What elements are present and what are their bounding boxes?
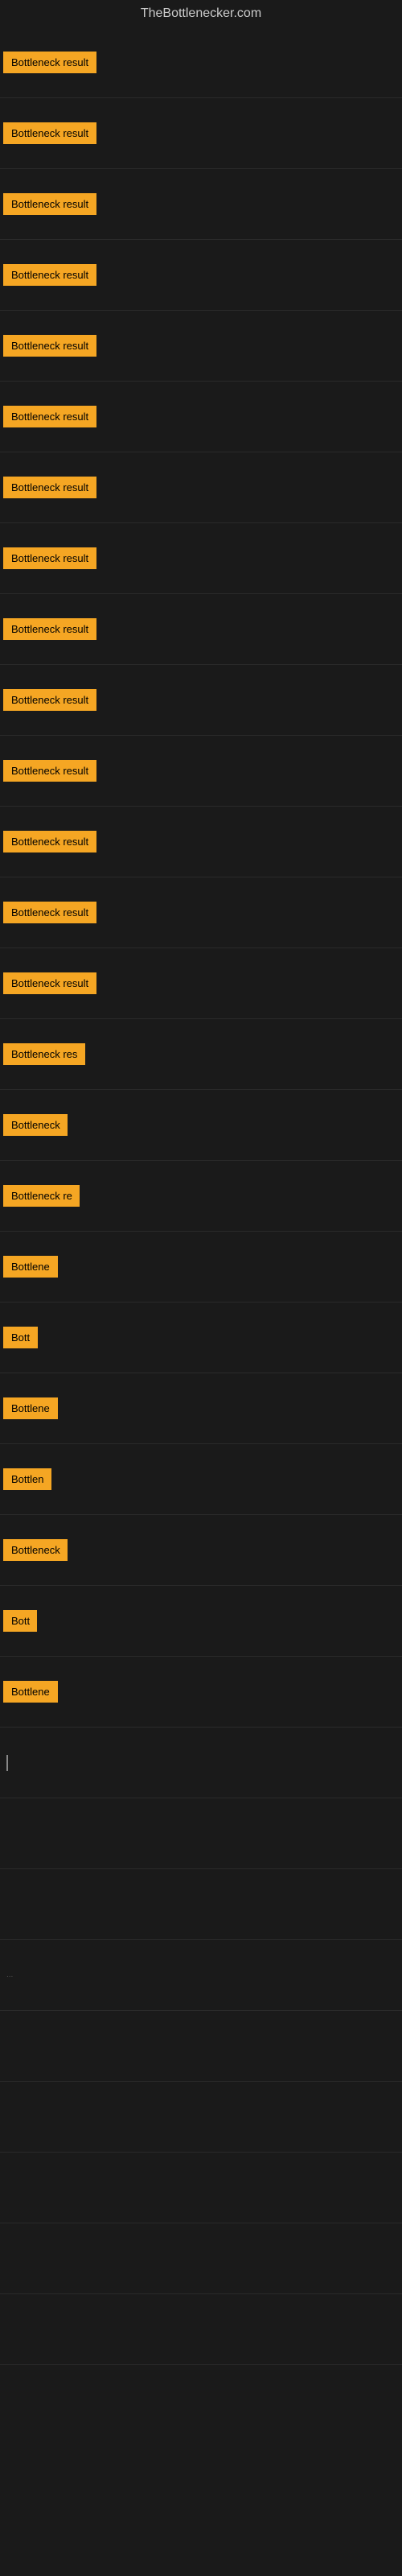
bottleneck-badge: Bottleneck result xyxy=(3,122,96,144)
bottleneck-badge: Bottleneck result xyxy=(3,760,96,782)
bottleneck-badge: Bottleneck xyxy=(3,1114,68,1136)
bottleneck-row[interactable]: Bottleneck re xyxy=(0,1161,402,1232)
extra-row: ... xyxy=(0,1940,402,2011)
bottleneck-row[interactable]: Bottleneck result xyxy=(0,27,402,98)
bottleneck-badge: Bott xyxy=(3,1327,38,1348)
bottleneck-row[interactable]: Bottleneck result xyxy=(0,807,402,877)
bottleneck-row[interactable]: Bottleneck result xyxy=(0,311,402,382)
bottleneck-row[interactable]: Bottleneck result xyxy=(0,948,402,1019)
bottleneck-badge: Bottleneck result xyxy=(3,689,96,711)
bottleneck-row[interactable]: Bottleneck xyxy=(0,1515,402,1586)
bottleneck-row[interactable]: Bottleneck result xyxy=(0,594,402,665)
bottleneck-row[interactable]: Bottleneck result xyxy=(0,736,402,807)
bottleneck-row[interactable]: Bottleneck res xyxy=(0,1019,402,1090)
bottleneck-badge: Bottleneck result xyxy=(3,831,96,852)
bottleneck-row[interactable]: Bottlene xyxy=(0,1232,402,1302)
extra-row xyxy=(0,2082,402,2153)
page-wrapper: TheBottlenecker.com Bottleneck resultBot… xyxy=(0,0,402,2365)
bottleneck-badge: Bottleneck res xyxy=(3,1043,85,1065)
bottleneck-row[interactable]: Bottleneck result xyxy=(0,665,402,736)
bottleneck-row[interactable]: Bottleneck result xyxy=(0,382,402,452)
bottleneck-row[interactable]: Bott xyxy=(0,1586,402,1657)
extra-row xyxy=(0,1798,402,1869)
bottleneck-badge: Bottlene xyxy=(3,1397,58,1419)
bottleneck-badge: Bottleneck result xyxy=(3,264,96,286)
extra-row xyxy=(0,2294,402,2365)
bottleneck-row[interactable]: Bottleneck xyxy=(0,1090,402,1161)
bottleneck-row[interactable]: Bottlene xyxy=(0,1373,402,1444)
bottleneck-badge: Bottleneck result xyxy=(3,193,96,215)
cursor xyxy=(6,1755,8,1771)
bottleneck-badge: Bottleneck result xyxy=(3,406,96,427)
bottleneck-row[interactable]: Bottleneck result xyxy=(0,452,402,523)
bottleneck-badge: Bottleneck result xyxy=(3,547,96,569)
bottleneck-badge: Bottleneck xyxy=(3,1539,68,1561)
bottleneck-badge: Bottleneck result xyxy=(3,972,96,994)
bottleneck-badge: Bottlene xyxy=(3,1256,58,1278)
bottleneck-row[interactable]: Bottleneck result xyxy=(0,523,402,594)
rows-container: Bottleneck result Bottleneck result Bottle… xyxy=(0,27,402,2365)
extra-row xyxy=(0,1728,402,1798)
bottleneck-row[interactable]: Bottleneck result xyxy=(0,240,402,311)
bottleneck-badge: Bottleneck result xyxy=(3,52,96,73)
extra-row xyxy=(0,1869,402,1940)
bottleneck-row[interactable]: Bottlen xyxy=(0,1444,402,1515)
bottleneck-row[interactable]: Bott xyxy=(0,1302,402,1373)
bottleneck-badge: Bottleneck result xyxy=(3,335,96,357)
extra-row xyxy=(0,2223,402,2294)
bottleneck-badge: Bottlen xyxy=(3,1468,51,1490)
site-title: TheBottlenecker.com xyxy=(0,0,402,27)
bottleneck-badge: Bottlene xyxy=(3,1681,58,1703)
bottleneck-badge: Bottleneck re xyxy=(3,1185,80,1207)
bottleneck-badge: Bott xyxy=(3,1610,37,1632)
bottleneck-badge: Bottleneck result xyxy=(3,902,96,923)
small-label: ... xyxy=(3,1963,16,1988)
extra-row xyxy=(0,2011,402,2082)
bottleneck-row[interactable]: Bottleneck result xyxy=(0,877,402,948)
bottleneck-row[interactable]: Bottleneck result xyxy=(0,169,402,240)
extra-row xyxy=(0,2153,402,2223)
bottleneck-badge: Bottleneck result xyxy=(3,477,96,498)
bottleneck-row[interactable]: Bottleneck result xyxy=(0,98,402,169)
bottleneck-row[interactable]: Bottlene xyxy=(0,1657,402,1728)
bottleneck-badge: Bottleneck result xyxy=(3,618,96,640)
